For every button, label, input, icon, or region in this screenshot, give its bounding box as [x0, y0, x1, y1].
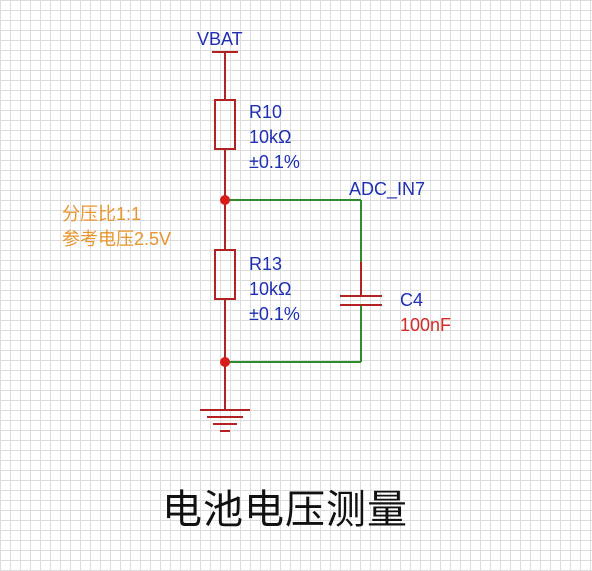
r10-tolerance-label: ±0.1%	[249, 152, 300, 172]
junction-dot-top	[220, 195, 230, 205]
resistor-r10	[214, 99, 236, 200]
wire-net	[225, 199, 362, 363]
reference-voltage-annotation: 参考电压2.5V	[62, 229, 172, 249]
ground-symbol	[200, 409, 250, 432]
c4-value-label: 100nF	[400, 315, 452, 335]
vbat-label: VBAT	[197, 29, 243, 49]
junction-dot-bottom	[220, 357, 230, 367]
vbat-power-symbol	[212, 51, 238, 100]
r13-tolerance-label: ±0.1%	[249, 304, 300, 324]
divider-ratio-annotation: 分压比1:1	[62, 204, 142, 224]
diagram-title: 电池电压测量	[162, 487, 408, 533]
capacitor-c4	[340, 262, 382, 306]
r13-value-label: 10kΩ	[249, 279, 292, 299]
r13-ref-label: R13	[249, 254, 283, 274]
c4-ref-label: C4	[400, 290, 424, 310]
r10-ref-label: R10	[249, 102, 283, 122]
resistor-r13	[214, 200, 236, 410]
r10-value-label: 10kΩ	[249, 127, 292, 147]
schematic	[200, 51, 382, 432]
adc-in7-net-label: ADC_IN7	[349, 179, 426, 199]
